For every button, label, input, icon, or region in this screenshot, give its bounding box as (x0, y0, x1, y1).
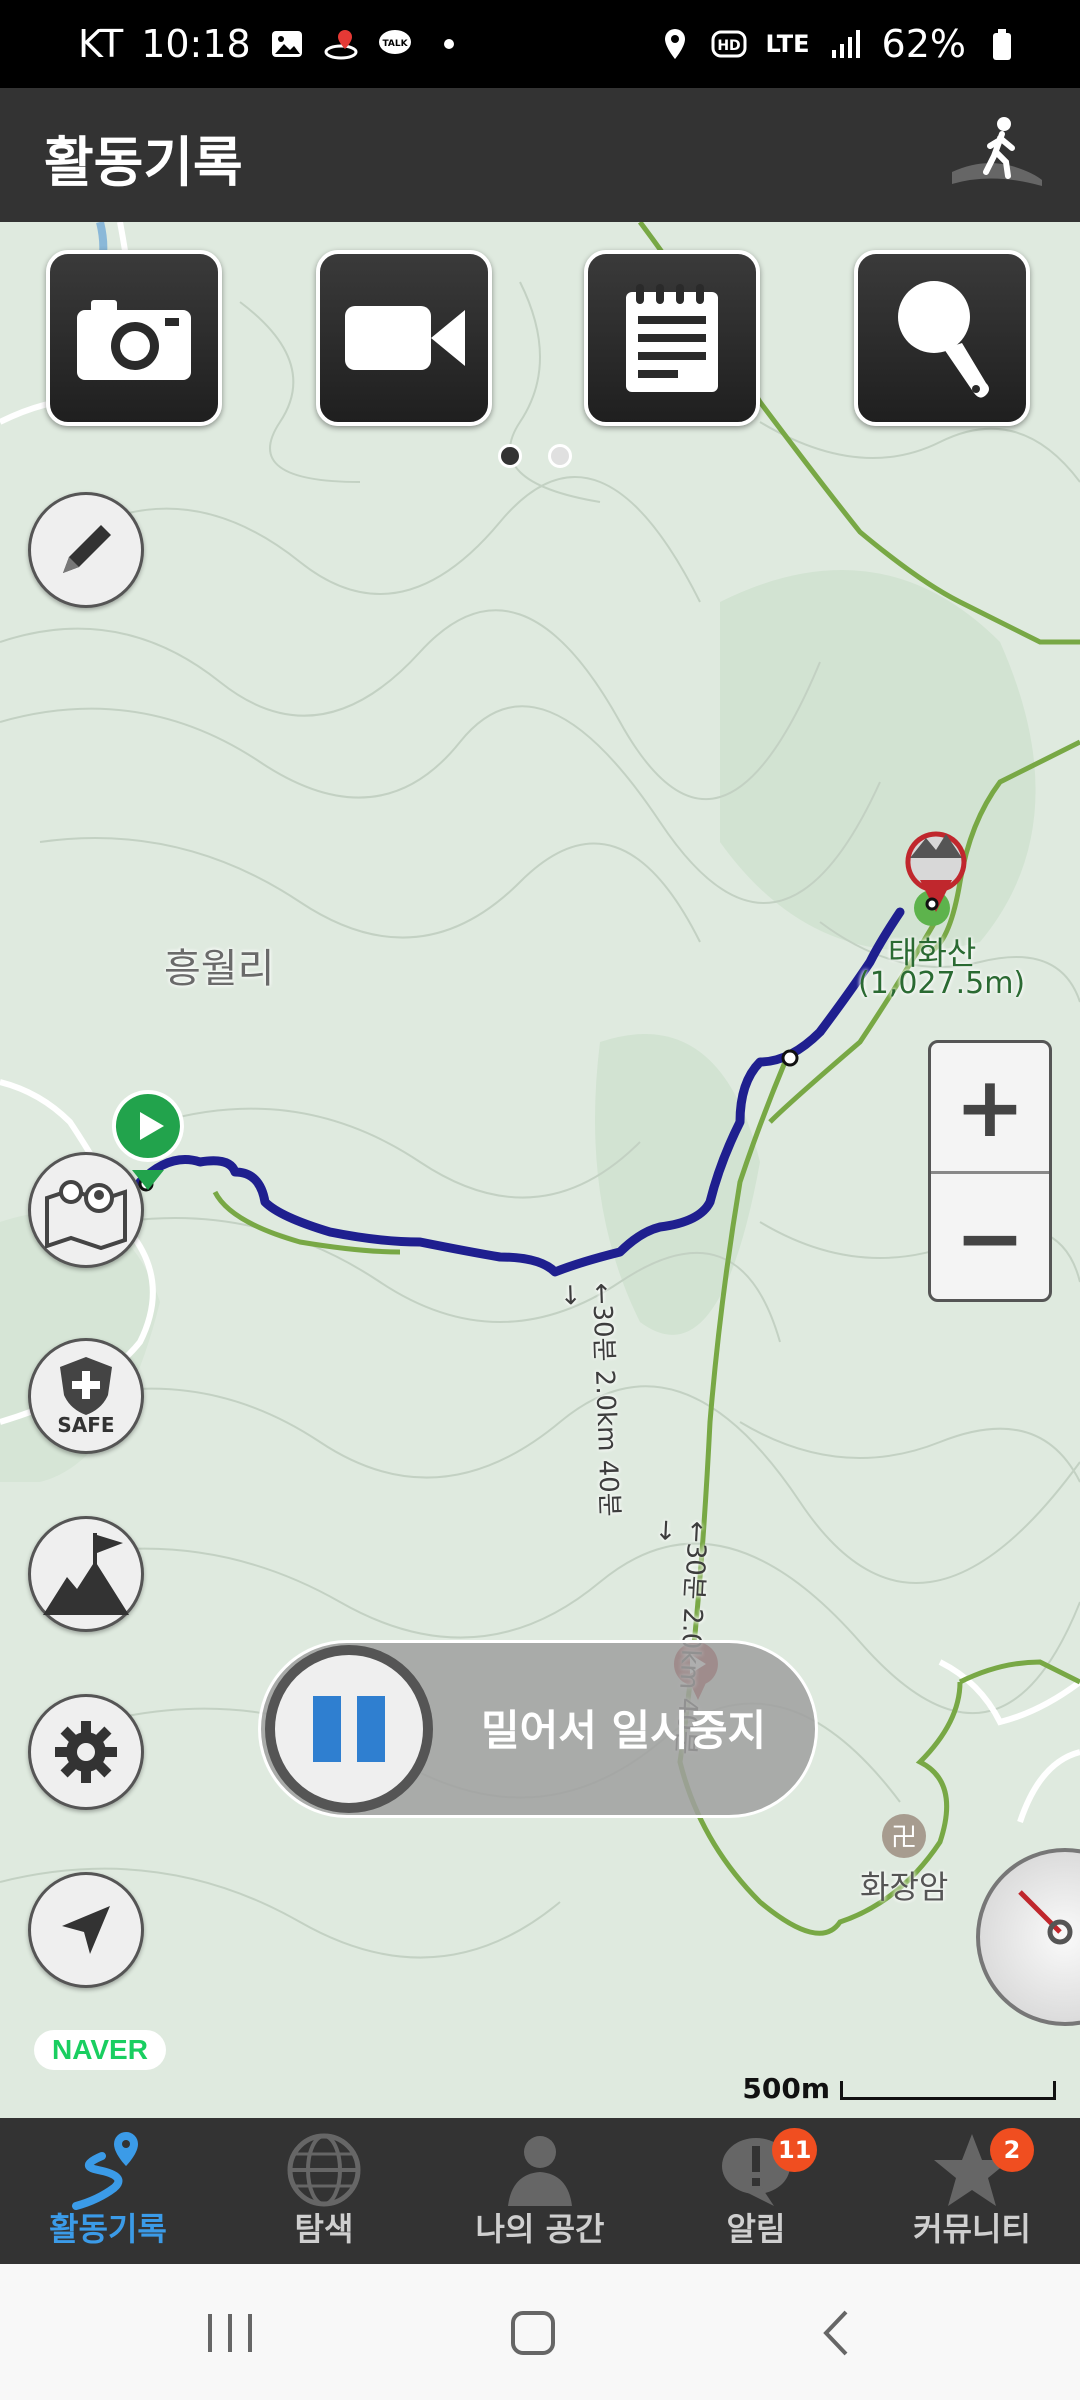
page-dot-2[interactable] (548, 444, 572, 468)
svg-text:TALK: TALK (382, 39, 408, 49)
tab-label: 알림 (726, 2210, 786, 2248)
safe-shield-icon (60, 1357, 112, 1415)
notepad-icon (626, 284, 718, 392)
zoom-out-button[interactable]: − (931, 1171, 1049, 1302)
voice-button[interactable] (854, 250, 1030, 426)
safe-label: SAFE (57, 1413, 115, 1437)
safe-button[interactable]: SAFE (28, 1338, 144, 1454)
slide-label: 밀어서 일시중지 (481, 1706, 767, 1755)
tab-activity[interactable]: 활동기록 (0, 2118, 216, 2264)
person-icon (508, 2136, 572, 2206)
pause-icon (313, 1696, 385, 1762)
location-icon (665, 29, 686, 59)
microphone-icon (898, 281, 989, 398)
map-provider-logo: NAVER (34, 2030, 166, 2070)
tab-community[interactable]: 2 커뮤니티 (864, 2118, 1080, 2264)
battery-level: 62% (881, 22, 966, 66)
video-button[interactable] (316, 250, 492, 426)
peak-elevation: (1,027.5m) (858, 966, 1026, 1001)
trail-label-1: ←30분 2.0km 40분→ (555, 1282, 625, 1518)
gallery-icon (271, 31, 302, 57)
recent-apps-button[interactable] (200, 2308, 260, 2358)
camera-icon (77, 300, 191, 380)
pause-knob[interactable] (265, 1645, 433, 1813)
mountain-flag-icon (43, 1533, 129, 1615)
community-badge: 2 (990, 2128, 1034, 2172)
app-header: 활동기록 (0, 88, 1080, 222)
mountain-flag-button[interactable] (28, 1516, 144, 1632)
walking-person-icon[interactable] (952, 114, 1042, 194)
hd-icon: HD (711, 30, 747, 58)
dot-icon (443, 39, 454, 49)
carrier: KT (78, 22, 124, 66)
clock: 10:18 (141, 22, 251, 66)
settings-button[interactable] (28, 1694, 144, 1810)
map-view[interactable]: 卍 ←30분 2.0km 40분→ ←30분 2.0km 40분→ 흥월리 태화… (0, 222, 1080, 2118)
pencil-icon (63, 525, 111, 573)
zoom-in-button[interactable]: + (931, 1043, 1049, 1171)
alerts-badge: 11 (772, 2128, 818, 2172)
signal-icon (831, 30, 860, 58)
scale-bar (840, 2080, 1056, 2100)
memo-button[interactable] (584, 250, 760, 426)
talk-icon: TALK (378, 30, 411, 54)
page-dot-1[interactable] (498, 444, 522, 468)
map-people-button[interactable] (28, 1152, 144, 1268)
map-pin-icon (324, 30, 358, 60)
zoom-control: + − (928, 1040, 1052, 1302)
home-button[interactable] (508, 2308, 558, 2358)
my-location-button[interactable] (28, 1872, 144, 1988)
temple-label: 화장암 (860, 1868, 949, 1906)
tab-label: 나의 공간 (475, 2210, 605, 2248)
camera-button[interactable] (46, 250, 222, 426)
tab-label: 탐색 (294, 2210, 354, 2248)
navigation-arrow-icon (62, 1906, 110, 1954)
system-nav-bar (0, 2264, 1080, 2400)
compass-icon[interactable] (976, 1848, 1080, 2026)
page-title: 활동기록 (44, 131, 243, 194)
edit-button[interactable] (28, 492, 144, 608)
map-people-icon (45, 1180, 127, 1250)
map-terrain: 卍 (0, 222, 1080, 2118)
toolbar-page-indicator (498, 444, 572, 468)
tab-alerts[interactable]: 11 알림 (648, 2118, 864, 2264)
globe-icon (287, 2133, 361, 2207)
slide-to-pause[interactable]: 밀어서 일시중지 (258, 1640, 818, 1818)
scale-label: 500m (742, 2072, 830, 2105)
tab-label: 커뮤니티 (913, 2210, 1031, 2248)
gear-icon (55, 1721, 117, 1783)
back-button[interactable] (812, 2308, 862, 2358)
bottom-tab-bar: 활동기록 탐색 나의 공간 11 알림 2 커뮤니티 (0, 2118, 1080, 2264)
map-scale: 500m (742, 2072, 1056, 2105)
activity-route-icon (72, 2132, 138, 2210)
video-icon (345, 306, 465, 370)
tab-explore[interactable]: 탐색 (216, 2118, 432, 2264)
battery-icon (993, 29, 1011, 60)
lte-label: LTE (765, 30, 810, 58)
village-label: 흥월리 (164, 946, 275, 992)
tab-my-space[interactable]: 나의 공간 (432, 2118, 648, 2264)
svg-text:HD: HD (718, 38, 741, 54)
tab-label: 활동기록 (49, 2210, 167, 2248)
svg-text:卍: 卍 (891, 1823, 917, 1853)
status-bar: KT 10:18 TALK HD LTE 62% (0, 0, 1080, 88)
